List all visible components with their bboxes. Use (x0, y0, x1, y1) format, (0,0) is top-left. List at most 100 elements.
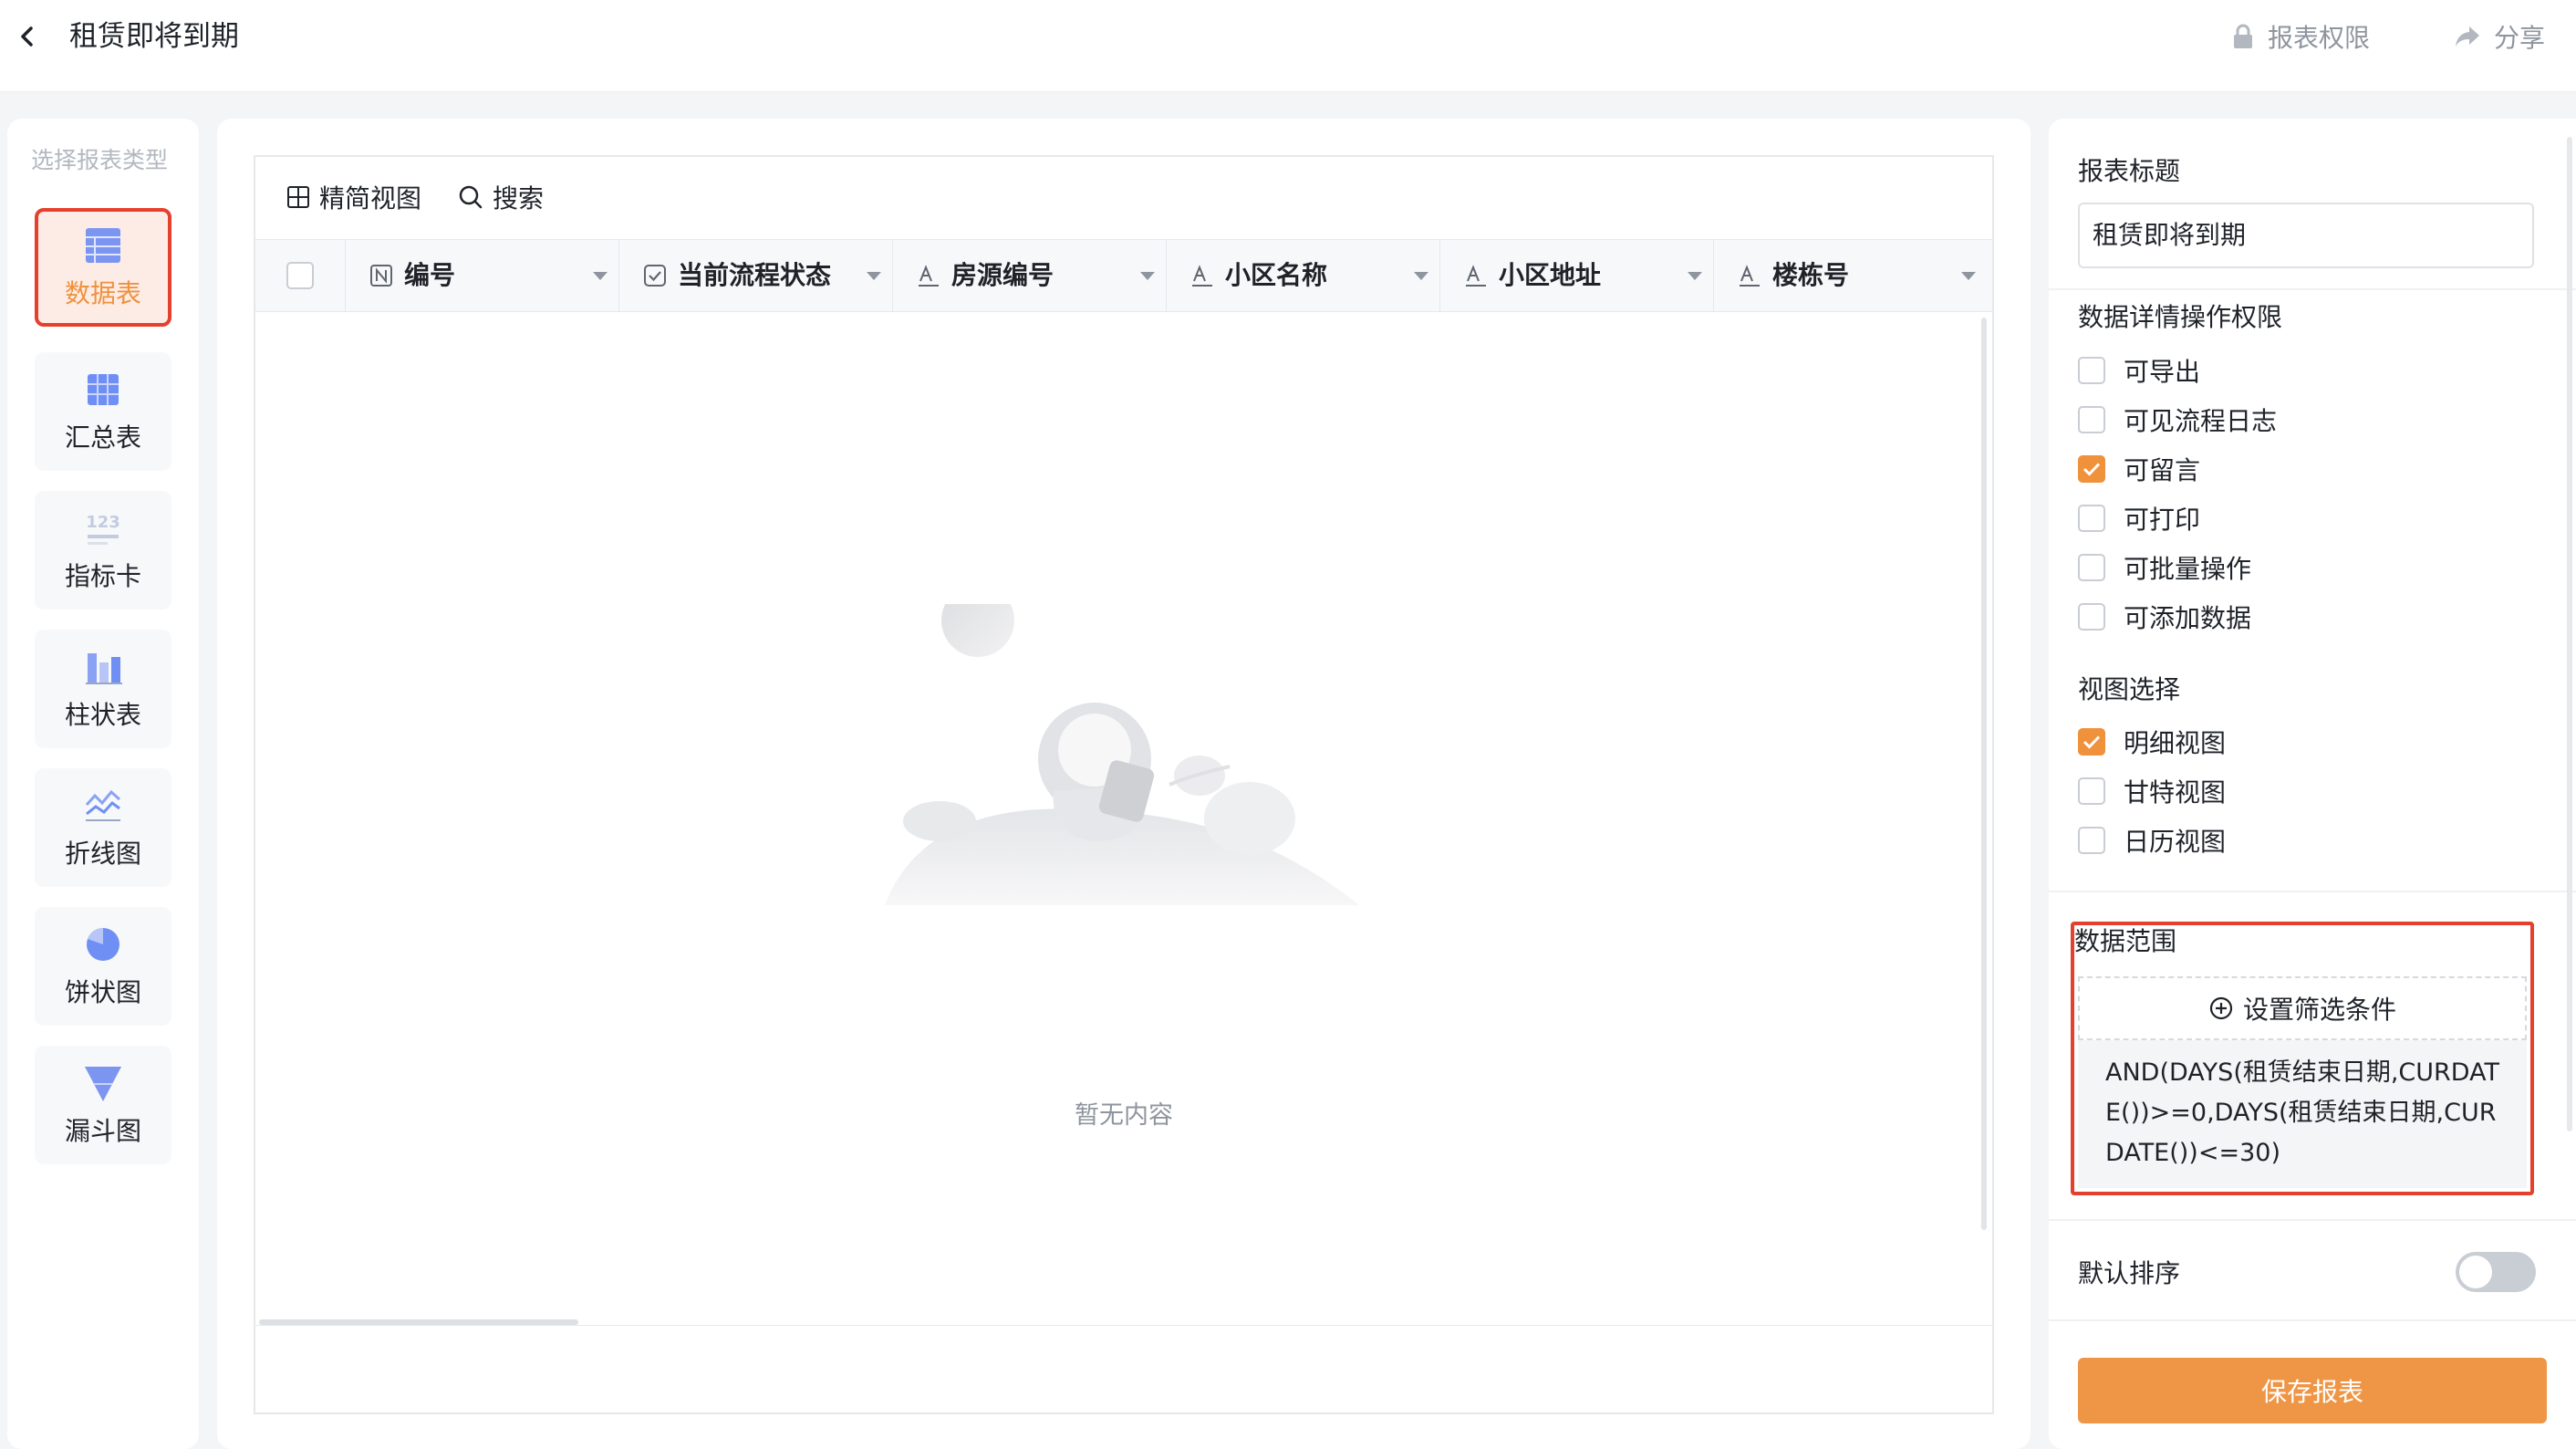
report-type-data-table[interactable]: 数据表 (35, 208, 171, 327)
set-filter-button[interactable]: 设置筛选条件 (2078, 976, 2527, 1040)
section-divider (2049, 1219, 2576, 1221)
permission-batch-checkbox[interactable]: 可批量操作 (2078, 549, 2251, 586)
checkbox[interactable] (2078, 406, 2105, 433)
checkbox-field-icon (643, 264, 667, 287)
column-label: 小区名称 (1225, 260, 1328, 290)
report-permission-label: 报表权限 (2268, 23, 2371, 53)
view-selection-label: 视图选择 (2078, 674, 2181, 704)
checkbox[interactable] (2078, 357, 2105, 384)
report-type-label: 指标卡 (64, 561, 141, 591)
report-type-pie-chart[interactable]: 饼状图 (35, 907, 171, 1026)
report-settings-panel: 报表标题 租赁即将到期 数据详情操作权限 可导出 可见流程日志 可留言 可打印 … (2049, 119, 2576, 1449)
checkbox-label: 可留言 (2124, 455, 2201, 485)
checkbox[interactable] (2078, 455, 2105, 483)
column-header-community-address[interactable]: 小区地址 (1439, 240, 1713, 311)
back-arrow-icon[interactable] (9, 18, 46, 55)
settings-scrollbar[interactable] (2567, 137, 2572, 1131)
view-detail-checkbox[interactable]: 明细视图 (2078, 724, 2226, 760)
column-label: 楼栋号 (1772, 260, 1850, 290)
permission-print-checkbox[interactable]: 可打印 (2078, 500, 2200, 537)
permission-add-data-checkbox[interactable]: 可添加数据 (2078, 599, 2251, 635)
permissions-label: 数据详情操作权限 (2078, 302, 2283, 332)
checkbox[interactable] (2078, 554, 2105, 581)
select-all-checkbox[interactable] (286, 262, 314, 289)
search-icon (458, 184, 483, 210)
svg-text:123: 123 (86, 513, 120, 532)
permission-export-checkbox[interactable]: 可导出 (2078, 352, 2200, 389)
report-type-funnel-chart[interactable]: 漏斗图 (35, 1046, 171, 1164)
section-divider (2049, 288, 2576, 290)
column-label: 当前流程状态 (678, 260, 832, 290)
checkbox[interactable] (2078, 505, 2105, 532)
column-label: 编号 (404, 260, 456, 290)
share-button[interactable]: 分享 (2454, 16, 2545, 57)
view-calendar-checkbox[interactable]: 日历视图 (2078, 822, 2226, 859)
metric-card-icon: 123 (82, 507, 124, 549)
default-sort-toggle[interactable] (2456, 1252, 2536, 1292)
table-footer-divider (255, 1325, 1992, 1326)
vertical-scrollbar[interactable] (1981, 318, 1987, 1230)
checkbox-label: 日历视图 (2124, 827, 2227, 857)
table-icon (82, 224, 124, 266)
data-range-section: 数据范围 设置筛选条件 AND(DAYS(租赁结束日期,CURDATE())>=… (2071, 922, 2534, 1195)
filter-formula[interactable]: AND(DAYS(租赁结束日期,CURDATE())>=0,DAYS(租赁结束日… (2078, 1040, 2527, 1188)
report-type-pivot-table[interactable]: 汇总表 (35, 352, 171, 471)
simple-view-button[interactable]: 精简视图 (286, 179, 421, 215)
pie-chart-icon (82, 923, 124, 965)
column-header-house-number[interactable]: 房源编号 (892, 240, 1166, 311)
report-title-label: 报表标题 (2078, 156, 2181, 186)
bar-chart-icon (82, 646, 124, 688)
checkmark-icon (2083, 735, 2101, 749)
section-divider (2049, 891, 2576, 892)
permission-flow-log-checkbox[interactable]: 可见流程日志 (2078, 401, 2277, 438)
simple-view-label: 精简视图 (319, 183, 422, 214)
report-type-label: 折线图 (64, 839, 141, 869)
plus-circle-icon (2208, 996, 2234, 1021)
report-type-bar-chart[interactable]: 柱状表 (35, 630, 171, 748)
column-header-community-name[interactable]: 小区名称 (1166, 240, 1439, 311)
table-toolbar: 精简视图 搜索 (255, 157, 1992, 239)
report-title-input[interactable]: 租赁即将到期 (2078, 203, 2534, 268)
text-field-icon (1738, 264, 1761, 287)
checkbox[interactable] (2078, 777, 2105, 805)
checkbox[interactable] (2078, 827, 2105, 854)
column-label: 房源编号 (951, 260, 1054, 290)
report-permission-button[interactable]: 报表权限 (2231, 16, 2370, 57)
checkbox[interactable] (2078, 603, 2105, 631)
section-divider (2049, 1319, 2576, 1321)
checkbox[interactable] (2078, 728, 2105, 756)
data-table: 精简视图 搜索 编号 当前流程状态 房源编号 小区名称 小区地址 楼栋号 暂无内… (254, 155, 1994, 1414)
checkbox-label: 甘特视图 (2124, 777, 2227, 808)
caret-down-icon[interactable] (591, 269, 609, 282)
checkbox-label: 可批量操作 (2124, 554, 2252, 584)
checkbox-label: 可导出 (2124, 357, 2201, 387)
view-gantt-checkbox[interactable]: 甘特视图 (2078, 773, 2226, 809)
text-field-icon (1190, 264, 1214, 287)
caret-down-icon[interactable] (1138, 269, 1157, 282)
permission-comment-checkbox[interactable]: 可留言 (2078, 451, 2200, 487)
search-button[interactable]: 搜索 (458, 179, 544, 215)
caret-down-icon[interactable] (1686, 269, 1704, 282)
save-report-button[interactable]: 保存报表 (2078, 1358, 2547, 1423)
search-label: 搜索 (493, 183, 545, 214)
column-header-flow-status[interactable]: 当前流程状态 (618, 240, 892, 311)
column-label: 小区地址 (1499, 260, 1602, 290)
number-field-icon (369, 264, 393, 287)
report-type-metric-card[interactable]: 123 指标卡 (35, 491, 171, 610)
data-range-label: 数据范围 (2074, 926, 2177, 956)
grid-icon (286, 185, 310, 209)
column-header-building-number[interactable]: 楼栋号 (1713, 240, 1987, 311)
set-filter-label: 设置筛选条件 (2242, 995, 2396, 1025)
funnel-chart-icon (82, 1062, 124, 1104)
column-header-number[interactable]: 编号 (345, 240, 618, 311)
caret-down-icon[interactable] (865, 269, 883, 282)
caret-down-icon[interactable] (1412, 269, 1430, 282)
checkmark-icon (2083, 463, 2101, 476)
report-type-label: 数据表 (64, 278, 141, 308)
text-field-icon (917, 264, 940, 287)
lock-icon (2231, 23, 2255, 50)
share-label: 分享 (2494, 23, 2546, 53)
caret-down-icon[interactable] (1959, 269, 1978, 282)
report-type-line-chart[interactable]: 折线图 (35, 768, 171, 887)
empty-state-text: 暂无内容 (1075, 1101, 1173, 1130)
